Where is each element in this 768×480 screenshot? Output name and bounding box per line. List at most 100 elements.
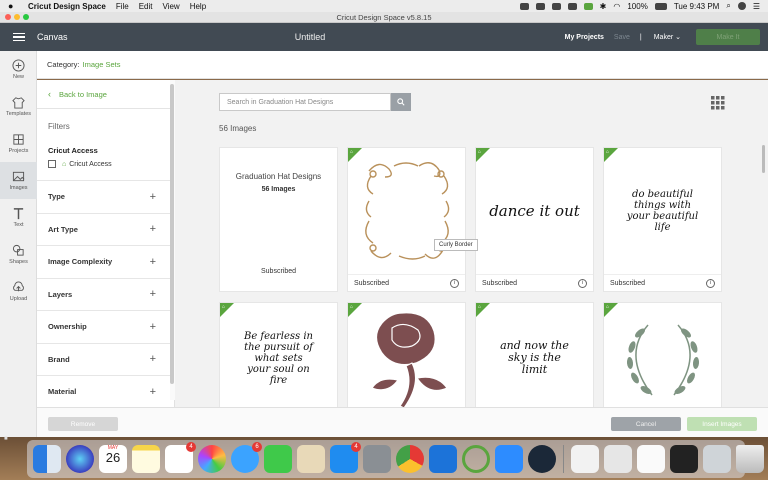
search-button[interactable] [391, 93, 411, 111]
access-badge-icon: ⌂ [222, 304, 226, 310]
finder-icon[interactable] [33, 445, 61, 473]
cricut-access-heading: Cricut Access [48, 146, 98, 155]
content-scrollbar[interactable] [762, 145, 765, 173]
facet-art-type[interactable]: Art Type + [37, 212, 174, 246]
menu-app[interactable]: Cricut Design Space [28, 2, 106, 11]
wifi-icon[interactable]: ◠ [613, 2, 620, 11]
image-card[interactable]: do beautiful things with your beautiful … [604, 148, 721, 291]
tool-new[interactable]: New [0, 51, 37, 88]
machine-select[interactable]: Maker ⌄ [654, 33, 681, 41]
upload-icon [13, 281, 24, 292]
image-card[interactable]: ⌂ [604, 303, 721, 407]
tool-templates[interactable]: Templates [0, 88, 37, 125]
tool-label: New [12, 74, 24, 80]
image-browser: Search in Graduation Hat Designs 56 Imag… [175, 80, 768, 407]
my-projects-link[interactable]: My Projects [565, 34, 604, 41]
folder-stack-icon[interactable] [637, 445, 665, 473]
battery-icon[interactable] [654, 2, 667, 10]
card-status: Subscribed [482, 279, 518, 287]
insert-images-button[interactable]: Insert Images [687, 417, 757, 431]
tool-text[interactable]: Text [0, 199, 37, 236]
save-button[interactable]: Save [614, 34, 630, 41]
apple-icon[interactable]: ● [8, 1, 18, 11]
back-to-image-link[interactable]: ‹ Back to Image [37, 80, 174, 109]
window-title: Cricut Design Space v5.8.15 [336, 12, 432, 22]
preview-icon[interactable] [297, 445, 325, 473]
siri-icon[interactable] [66, 445, 94, 473]
trash-icon[interactable] [736, 445, 764, 473]
notification-center-icon[interactable]: ☰ [753, 2, 760, 11]
bluetooth-icon[interactable]: ✱ [600, 2, 607, 11]
messages-icon[interactable]: 6 [231, 442, 262, 473]
menu-view[interactable]: View [163, 2, 180, 11]
facet-layers[interactable]: Layers + [37, 277, 174, 311]
set-title: Graduation Hat Designs [235, 172, 322, 181]
facet-type[interactable]: Type + [37, 180, 174, 213]
menu-file[interactable]: File [116, 2, 129, 11]
cricut-status-icon[interactable] [583, 2, 593, 10]
downloads-stack-icon[interactable] [571, 445, 599, 473]
status-icon[interactable] [519, 2, 529, 10]
image-thumbnail: dance it out [476, 148, 593, 273]
calendar-icon[interactable]: MAY 26 [99, 445, 127, 473]
tool-shapes[interactable]: Shapes [0, 236, 37, 273]
tool-upload[interactable]: Upload [0, 273, 37, 310]
hamburger-menu-icon[interactable] [0, 32, 37, 42]
image-card[interactable]: dance it out ⌂ Subscribed i [476, 148, 593, 291]
facet-brand[interactable]: Brand + [37, 342, 174, 376]
zoom-icon[interactable] [495, 445, 523, 473]
bookmark-app-icon[interactable] [429, 445, 457, 473]
info-icon[interactable]: i [450, 278, 459, 288]
plus-icon: + [149, 255, 156, 268]
spotlight-search-icon[interactable]: ⌕ [726, 1, 730, 11]
notes-icon[interactable] [132, 445, 160, 473]
image-card[interactable]: and now the sky is the limit ⌂ [476, 303, 593, 407]
status-icon[interactable] [551, 2, 561, 10]
search-input[interactable]: Search in Graduation Hat Designs [219, 93, 391, 111]
app-store-icon[interactable]: 4 [330, 442, 361, 473]
photos-icon[interactable] [198, 445, 226, 473]
minimize-window-button[interactable] [14, 14, 20, 20]
image-thumbnail [604, 303, 721, 407]
close-window-button[interactable] [5, 14, 11, 20]
image-card[interactable]: ⌂ Subscribed i [348, 148, 465, 291]
cricut-access-option[interactable]: ⌂ Cricut Access [48, 160, 174, 168]
documents-stack-icon[interactable] [604, 445, 632, 473]
window-thumbnail-icon[interactable] [703, 445, 731, 473]
tool-images[interactable]: Images [0, 162, 37, 199]
image-card[interactable]: Be fearless in the pursuit of what sets … [220, 303, 337, 407]
reminders-icon[interactable]: 4 [165, 442, 196, 473]
terminal-window-icon[interactable] [670, 445, 698, 473]
text-icon [13, 208, 24, 220]
image-set-card[interactable]: Graduation Hat Designs 56 Images Subscri… [220, 148, 337, 291]
menu-edit[interactable]: Edit [139, 2, 153, 11]
zoom-window-button[interactable] [23, 14, 29, 20]
cancel-button[interactable]: Cancel [611, 417, 681, 431]
remove-button[interactable]: Remove [48, 417, 118, 431]
make-it-button[interactable]: Make It [696, 29, 760, 45]
steam-icon[interactable] [528, 445, 556, 473]
facet-image-complexity[interactable]: Image Complexity + [37, 245, 174, 278]
clock[interactable]: Tue 9:43 PM [674, 2, 720, 11]
status-icon[interactable] [567, 2, 577, 10]
cricut-access-checkbox[interactable] [48, 160, 56, 168]
category-value[interactable]: Image Sets [83, 60, 121, 69]
grid-view-icon[interactable] [711, 96, 725, 110]
cricut-design-space-icon[interactable] [462, 445, 490, 473]
facet-ownership[interactable]: Ownership + [37, 310, 174, 343]
facetime-icon[interactable] [264, 445, 292, 473]
calculator-icon[interactable] [363, 445, 391, 473]
window-controls [5, 14, 29, 20]
menu-help[interactable]: Help [190, 2, 206, 11]
facet-material[interactable]: Material + [37, 375, 174, 407]
plus-icon: + [149, 223, 156, 236]
status-icon[interactable] [535, 2, 545, 10]
image-card[interactable]: ⌂ [348, 303, 465, 407]
tool-projects[interactable]: Projects [0, 125, 37, 162]
info-icon[interactable]: i [578, 278, 587, 288]
access-badge-icon: ⌂ [350, 304, 354, 310]
set-info: Graduation Hat Designs 56 Images [220, 172, 337, 193]
info-icon[interactable]: i [706, 278, 715, 288]
chrome-icon[interactable] [396, 445, 424, 473]
user-avatar[interactable] [737, 2, 746, 10]
